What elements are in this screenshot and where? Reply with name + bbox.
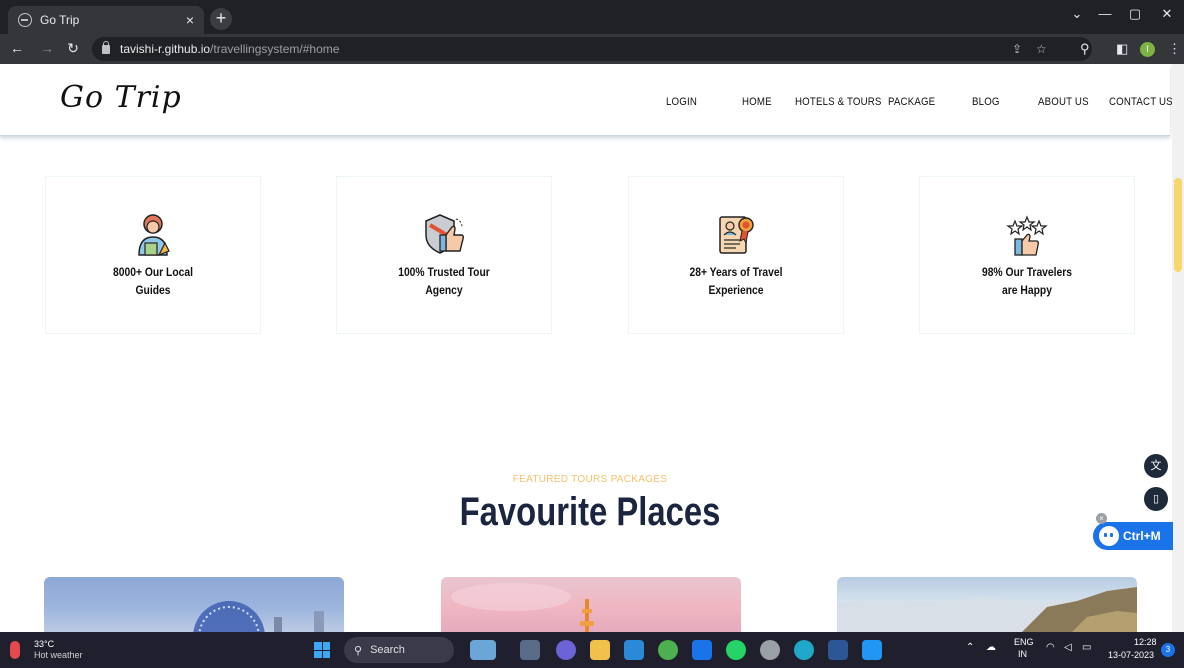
page-viewport: Go Trip LOGIN HOME HOTELS & TOURS PACKAG… — [0, 64, 1184, 632]
taskbar-search[interactable]: ⚲ Search — [344, 637, 454, 663]
search-icon: ⚲ — [354, 644, 363, 657]
reader-mode-icon[interactable]: ▯ — [1144, 487, 1168, 511]
feature-label-line2: Guides — [135, 283, 171, 297]
wifi-icon[interactable]: ◠ — [1046, 642, 1055, 653]
nav-contact-us[interactable]: CONTACT US — [1109, 96, 1173, 108]
tab-search-button[interactable]: ⌄ — [1064, 6, 1090, 22]
feature-card-happy-travelers: 98% Our Travelers are Happy — [919, 176, 1135, 334]
clock-date[interactable]: 13-07-2023 — [1108, 650, 1154, 660]
assistant-bot-icon — [1099, 526, 1119, 546]
section-subtitle: FEATURED TOURS PACKAGES — [512, 474, 668, 485]
lock-icon[interactable] — [102, 40, 110, 54]
scrollbar-thumb[interactable] — [1174, 178, 1182, 272]
vscode-icon[interactable] — [862, 640, 882, 660]
onedrive-cloud-icon[interactable]: ☁ — [986, 642, 996, 653]
address-bar[interactable]: tavishi-r.github.io /travellingsystem/#h… — [92, 37, 1092, 61]
feature-card-years-experience: 28+ Years of Travel Experience — [628, 176, 844, 334]
weather-temperature[interactable]: 33°C — [34, 639, 54, 649]
close-window-button[interactable]: ✕ — [1154, 6, 1180, 22]
browser-toolbar: ← → ↻ tavishi-r.github.io /travellingsys… — [0, 34, 1184, 64]
menu-kebab-icon[interactable]: ⋮ — [1168, 41, 1181, 57]
share-icon[interactable]: ⇪ — [1012, 42, 1022, 56]
ctrl-m-widget[interactable]: Ctrl+M — [1093, 522, 1173, 550]
language-top[interactable]: ENG — [1014, 637, 1034, 647]
teams-chat-icon[interactable] — [556, 640, 576, 660]
extensions-icon[interactable]: ⚲ — [1080, 41, 1090, 57]
chrome-icon[interactable] — [658, 640, 678, 660]
section-title: Favourite Places — [459, 490, 721, 534]
browser-tab[interactable]: Go Trip × — [8, 6, 204, 34]
maximize-button[interactable]: ▢ — [1122, 6, 1148, 22]
feature-label-line2: Agency — [425, 283, 463, 297]
tour-guide-icon — [138, 214, 170, 257]
tab-close-button[interactable]: × — [186, 12, 194, 28]
nav-about-us[interactable]: ABOUT US — [1038, 96, 1089, 108]
file-explorer-icon[interactable] — [590, 640, 610, 660]
store-icon[interactable] — [624, 640, 644, 660]
minimize-button[interactable]: — — [1092, 6, 1118, 21]
nav-blog[interactable]: BLOG — [972, 96, 1000, 108]
bookmark-star-icon[interactable]: ☆ — [1036, 42, 1047, 56]
place-image-2 — [451, 583, 594, 632]
reload-icon[interactable]: ↻ — [64, 40, 82, 57]
edge-icon[interactable] — [794, 640, 814, 660]
shield-thumb-icon — [425, 214, 465, 254]
widgets-icon[interactable] — [470, 640, 496, 660]
taskbar: 33°C Hot weather ⚲ Search ⌃ ☁ ENG IN ◠ ◁… — [0, 632, 1184, 668]
place-card-1[interactable] — [44, 577, 344, 632]
translate-icon[interactable]: 文 — [1144, 454, 1168, 478]
language-bottom[interactable]: IN — [1018, 649, 1027, 659]
back-icon[interactable]: ← — [8, 40, 26, 56]
feature-label-line2: are Happy — [1002, 283, 1052, 297]
windows-start-icon[interactable] — [314, 642, 330, 658]
feature-label-line1: 28+ Years of Travel — [689, 265, 783, 279]
place-card-3[interactable] — [837, 577, 1137, 632]
site-logo[interactable]: Go Trip — [60, 80, 182, 115]
feature-label-line1: 98% Our Travelers — [981, 265, 1073, 279]
word-icon[interactable] — [828, 640, 848, 660]
browser-tab-bar: Go Trip × + ⌄ — ▢ ✕ — [0, 0, 1184, 34]
show-hidden-icons[interactable]: ⌃ — [966, 642, 974, 653]
url-host: tavishi-r.github.io — [120, 42, 211, 56]
new-tab-button[interactable]: + — [210, 8, 232, 30]
site-header: Go Trip LOGIN HOME HOTELS & TOURS PACKAG… — [0, 64, 1173, 136]
side-panel-icon[interactable]: ◧ — [1116, 41, 1128, 57]
feature-label-line1: 8000+ Our Local — [112, 265, 194, 279]
place-image-3 — [837, 587, 1137, 632]
ctrl-m-label: Ctrl+M — [1123, 529, 1161, 543]
stars-thumbs-up-icon — [1006, 215, 1048, 256]
url-path: /travellingsystem/#home — [210, 42, 340, 56]
place-image-1 — [193, 601, 324, 632]
globe-icon — [18, 13, 32, 27]
nav-login[interactable]: LOGIN — [666, 96, 697, 108]
clock-time[interactable]: 12:28 — [1134, 637, 1157, 647]
tab-title: Go Trip — [40, 13, 80, 27]
profile-avatar[interactable]: I — [1140, 42, 1155, 57]
feature-card-local-guides: 8000+ Our Local Guides — [45, 176, 261, 334]
certificate-icon — [719, 216, 754, 254]
volume-icon[interactable]: ◁ — [1064, 642, 1072, 653]
forward-icon[interactable]: → — [38, 40, 56, 56]
nav-hotels-tours[interactable]: HOTELS & TOURS — [795, 96, 882, 108]
page-scrollbar[interactable] — [1172, 64, 1184, 632]
nav-home[interactable]: HOME — [742, 96, 772, 108]
weather-description[interactable]: Hot weather — [34, 650, 83, 660]
thermometer-icon[interactable] — [10, 641, 20, 659]
whatsapp-icon[interactable] — [726, 640, 746, 660]
battery-icon[interactable]: ▭ — [1082, 642, 1091, 653]
notification-badge[interactable]: 3 — [1161, 643, 1175, 657]
task-view-icon[interactable] — [520, 640, 540, 660]
app-icon[interactable] — [760, 640, 780, 660]
place-card-2[interactable] — [441, 577, 741, 632]
mail-icon[interactable] — [692, 640, 712, 660]
feature-label-line2: Experience — [708, 283, 764, 297]
feature-card-trusted-agency: 100% Trusted Tour Agency — [336, 176, 552, 334]
taskbar-search-label: Search — [370, 644, 405, 656]
feature-label-line1: 100% Trusted Tour — [398, 265, 490, 279]
nav-package[interactable]: PACKAGE — [888, 96, 935, 108]
ctrl-m-close-button[interactable]: × — [1096, 513, 1107, 524]
